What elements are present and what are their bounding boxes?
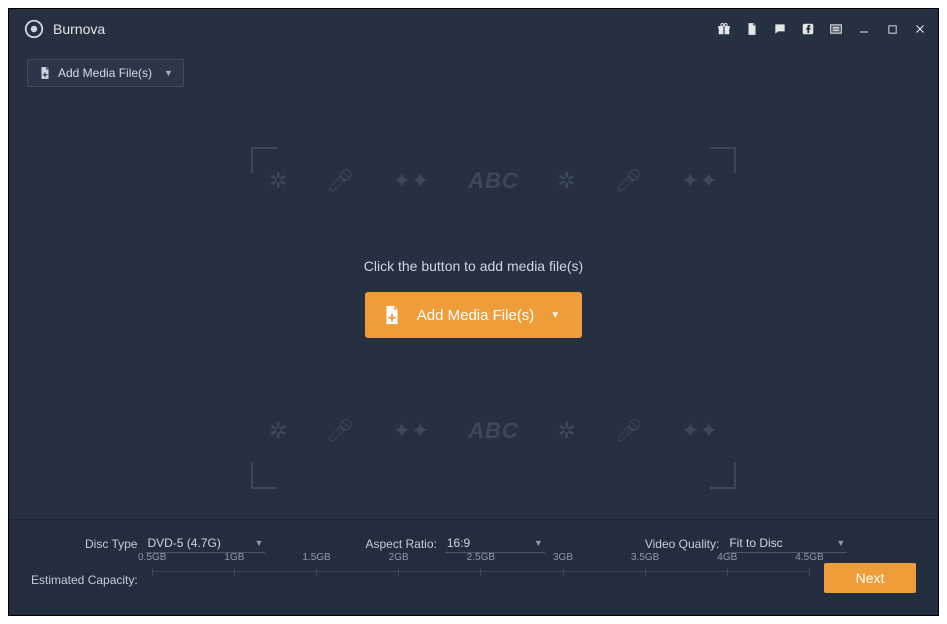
add-media-button-small[interactable]: Add Media File(s) ▼ [27, 59, 184, 87]
video-quality-field: Video Quality: Fit to Disc ▼ [645, 534, 848, 553]
add-media-label: Add Media File(s) [417, 307, 535, 324]
minimize-icon[interactable] [856, 21, 872, 37]
capacity-tick-label: 1.5GB [302, 552, 330, 563]
aspect-ratio-field: Aspect Ratio: 16:9 ▼ [365, 534, 544, 553]
add-file-icon [381, 304, 403, 326]
capacity-tick-label: 4.5GB [795, 552, 823, 563]
stars-icon: ✦✦ [681, 168, 718, 194]
close-icon[interactable] [912, 21, 928, 37]
chevron-down-icon: ▼ [534, 538, 543, 548]
capacity-tick: 4GB [727, 568, 728, 576]
chevron-down-icon: ▼ [550, 310, 560, 321]
capacity-tick-label: 4GB [717, 552, 737, 563]
add-file-icon [38, 66, 52, 80]
capacity-track: 0.5GB 1GB 1.5GB 2GB 2.5GB 3GB 3.5GB 4GB 4.5GB [152, 571, 810, 595]
capacity-tick-label: 2.5GB [467, 552, 495, 563]
capacity-tick-label: 0.5GB [138, 552, 166, 563]
app-window: Burnova Add Media File(s) ▼ ✲ [8, 8, 939, 616]
chevron-down-icon: ▼ [255, 538, 264, 548]
add-media-label: Add Media File(s) [58, 66, 152, 80]
capacity-tick-label: 3.5GB [631, 552, 659, 563]
video-quality-label: Video Quality: [645, 537, 720, 551]
titlebar: Burnova [9, 9, 938, 49]
capacity-tick-label: 2GB [389, 552, 409, 563]
film-icon: ✲ [557, 418, 575, 444]
maximize-icon[interactable] [884, 21, 900, 37]
next-button[interactable]: Next [824, 563, 916, 593]
aspect-ratio-label: Aspect Ratio: [365, 537, 436, 551]
capacity-tick: 2GB [398, 568, 399, 576]
app-logo-icon [23, 18, 45, 40]
chat-icon[interactable] [772, 21, 788, 37]
stars-icon: ✦✦ [393, 168, 430, 194]
menu-icon[interactable] [828, 21, 844, 37]
stars-icon: ✦✦ [681, 418, 718, 444]
capacity-tick: 2.5GB [480, 568, 481, 576]
footer-settings-row: Disc Type DVD-5 (4.7G) ▼ Aspect Ratio: 1… [31, 534, 916, 553]
mic-icon: 🎤︎ [614, 168, 642, 194]
film-icon: ✲ [269, 418, 287, 444]
capacity-tick: 3GB [563, 568, 564, 576]
capacity-tick-label: 3GB [553, 552, 573, 563]
mic-icon: 🎤︎ [326, 418, 354, 444]
stars-icon: ✦✦ [393, 418, 430, 444]
capacity-label: Estimated Capacity: [31, 573, 138, 587]
video-quality-select[interactable]: Fit to Disc ▼ [727, 534, 847, 553]
center-stack: Click the button to add media file(s) Ad… [364, 278, 583, 338]
capacity-tick: 3.5GB [645, 568, 646, 576]
chevron-down-icon: ▼ [164, 68, 173, 78]
document-icon[interactable] [744, 21, 760, 37]
app-title: Burnova [53, 21, 105, 37]
gift-icon[interactable] [716, 21, 732, 37]
facebook-icon[interactable] [800, 21, 816, 37]
chevron-down-icon: ▼ [836, 538, 845, 548]
capacity-tick: 4.5GB [809, 568, 810, 576]
main-canvas: ✲ 🎤︎ ✦✦ ABC ✲ 🎤︎ ✦✦ ✲ 🎤︎ ✦✦ ABC ✲ 🎤︎ ✦✦ [9, 97, 938, 519]
add-media-button[interactable]: Add Media File(s) ▼ [365, 292, 582, 338]
film-icon: ✲ [557, 168, 575, 194]
aspect-ratio-select[interactable]: 16:9 ▼ [445, 534, 545, 553]
footer: Disc Type DVD-5 (4.7G) ▼ Aspect Ratio: 1… [9, 519, 938, 615]
capacity-tick: 0.5GB [152, 568, 153, 576]
toolbar: Add Media File(s) ▼ [9, 49, 938, 97]
mic-icon: 🎤︎ [326, 168, 354, 194]
footer-capacity-row: Estimated Capacity: 0.5GB 1GB 1.5GB 2GB 2.5G… [31, 565, 916, 595]
capacity-tick: 1GB [234, 568, 235, 576]
capacity-tick-label: 1GB [224, 552, 244, 563]
disc-type-select[interactable]: DVD-5 (4.7G) ▼ [145, 534, 265, 553]
disc-type-label: Disc Type [85, 537, 137, 551]
capacity-tick: 1.5GB [316, 568, 317, 576]
film-icon: ✲ [269, 168, 287, 194]
window-controls [716, 21, 928, 37]
add-media-prompt: Click the button to add media file(s) [364, 258, 583, 274]
mic-icon: 🎤︎ [614, 418, 642, 444]
disc-type-field: Disc Type DVD-5 (4.7G) ▼ [85, 534, 265, 553]
